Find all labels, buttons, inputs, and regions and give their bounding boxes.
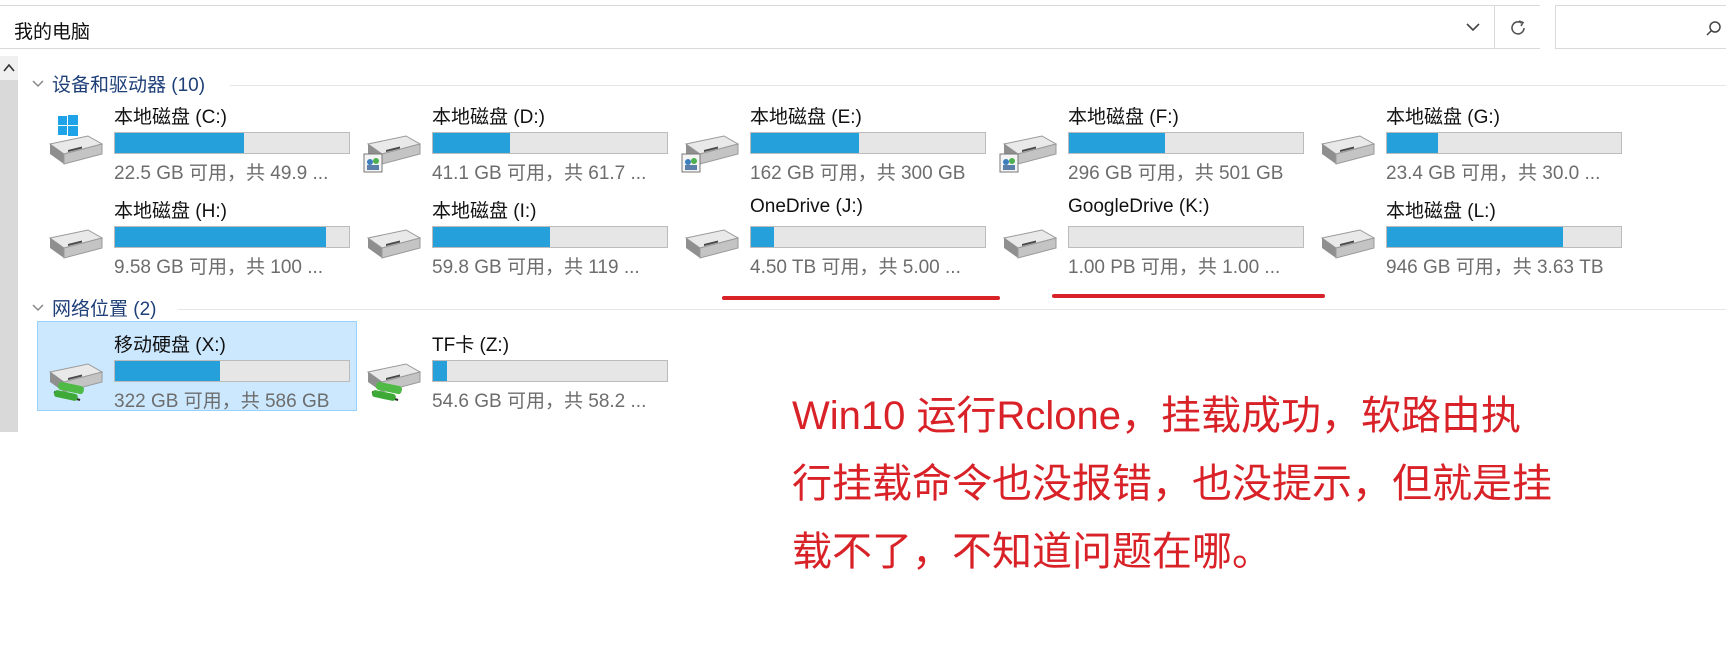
drive-name: TF卡 (Z:) bbox=[432, 335, 510, 356]
capacity-bar bbox=[1068, 132, 1304, 154]
scroll-up-button[interactable] bbox=[0, 56, 18, 80]
drive-tile[interactable]: OneDrive (J:) 4.50 TB 可用，共 5.00 ... bbox=[674, 188, 992, 278]
group-divider bbox=[230, 85, 1726, 86]
drive-size: 322 GB 可用，共 586 GB bbox=[114, 391, 330, 412]
refresh-icon bbox=[1511, 20, 1525, 35]
drive-name: OneDrive (J:) bbox=[750, 196, 863, 217]
drive-size: 59.8 GB 可用，共 119 ... bbox=[432, 257, 640, 278]
vertical-scrollbar[interactable] bbox=[0, 56, 18, 432]
drive-name: 本地磁盘 (C:) bbox=[114, 107, 227, 128]
drive-name: 本地磁盘 (G:) bbox=[1386, 107, 1500, 128]
capacity-bar bbox=[114, 226, 350, 248]
drive-size: 23.4 GB 可用，共 30.0 ... bbox=[1386, 163, 1601, 184]
capacity-bar bbox=[1386, 132, 1622, 154]
drive-name: 移动硬盘 (X:) bbox=[114, 335, 226, 356]
capacity-bar bbox=[432, 132, 668, 154]
search-box[interactable] bbox=[1555, 5, 1726, 49]
annotation-underline bbox=[1052, 294, 1325, 298]
drive-name: 本地磁盘 (F:) bbox=[1068, 107, 1179, 128]
shared-drive-icon bbox=[362, 114, 424, 176]
network-drive-icon bbox=[362, 342, 424, 404]
drive-name: 本地磁盘 (I:) bbox=[432, 201, 537, 222]
drive-icon bbox=[44, 208, 106, 270]
capacity-bar bbox=[1068, 226, 1304, 248]
capacity-fill bbox=[115, 361, 221, 381]
group-label: 网络位置 (2) bbox=[52, 299, 157, 320]
chevron-down-icon[interactable] bbox=[1462, 16, 1484, 38]
annotation-line: 行挂载命令也没报错，也没提示，但就是挂 bbox=[792, 462, 1552, 506]
refresh-button[interactable] bbox=[1495, 5, 1540, 49]
capacity-fill bbox=[751, 227, 775, 247]
annotation-underline bbox=[722, 296, 1000, 300]
drive-tile[interactable]: GoogleDrive (K:) 1.00 PB 可用，共 1.00 ... bbox=[992, 188, 1310, 278]
capacity-bar bbox=[114, 132, 350, 154]
drive-size: 162 GB 可用，共 300 GB bbox=[750, 163, 966, 184]
search-icon bbox=[1706, 21, 1721, 36]
annotation-line: Win10 运行Rclone，挂载成功，软路由执 bbox=[792, 394, 1522, 438]
capacity-bar bbox=[750, 132, 986, 154]
drive-icon bbox=[1316, 114, 1378, 176]
capacity-fill bbox=[1069, 133, 1165, 153]
drive-icon bbox=[1316, 208, 1378, 270]
group-label: 设备和驱动器 (10) bbox=[52, 75, 206, 96]
drive-name: GoogleDrive (K:) bbox=[1068, 196, 1210, 217]
capacity-bar bbox=[432, 226, 668, 248]
capacity-fill bbox=[1387, 133, 1439, 153]
drive-tile[interactable]: 本地磁盘 (E:) 162 GB 可用，共 300 GB bbox=[674, 94, 992, 184]
drive-tile[interactable]: 本地磁盘 (D:) 41.1 GB 可用，共 61.7 ... bbox=[356, 94, 674, 184]
drive-name: 本地磁盘 (D:) bbox=[432, 107, 545, 128]
shared-drive-icon bbox=[680, 114, 742, 176]
drive-size: 41.1 GB 可用，共 61.7 ... bbox=[432, 163, 647, 184]
group-divider bbox=[178, 309, 1726, 310]
drive-name: 本地磁盘 (E:) bbox=[750, 107, 862, 128]
drive-size: 22.5 GB 可用，共 49.9 ... bbox=[114, 163, 329, 184]
drive-size: 4.50 TB 可用，共 5.00 ... bbox=[750, 257, 961, 278]
capacity-fill bbox=[433, 361, 448, 381]
capacity-fill bbox=[433, 133, 511, 153]
capacity-bar bbox=[432, 360, 668, 382]
drive-size: 946 GB 可用，共 3.63 TB bbox=[1386, 257, 1604, 278]
drive-tile[interactable]: 本地磁盘 (I:) 59.8 GB 可用，共 119 ... bbox=[356, 188, 674, 278]
drive-tile[interactable]: 本地磁盘 (H:) 9.58 GB 可用，共 100 ... bbox=[38, 188, 356, 278]
capacity-fill bbox=[115, 133, 244, 153]
chevron-up-icon bbox=[3, 63, 15, 72]
drive-tile[interactable]: 本地磁盘 (C:) 22.5 GB 可用，共 49.9 ... bbox=[38, 94, 356, 184]
drive-tile[interactable]: 本地磁盘 (G:) 23.4 GB 可用，共 30.0 ... bbox=[1310, 94, 1628, 184]
drive-tile[interactable]: TF卡 (Z:) 54.6 GB 可用，共 58.2 ... bbox=[356, 322, 674, 412]
capacity-fill bbox=[751, 133, 859, 153]
address-bar[interactable]: 我的电脑 bbox=[0, 5, 1495, 49]
drive-size: 1.00 PB 可用，共 1.00 ... bbox=[1068, 257, 1281, 278]
drive-size: 296 GB 可用，共 501 GB bbox=[1068, 163, 1284, 184]
drive-tile[interactable]: 移动硬盘 (X:) 322 GB 可用，共 586 GB bbox=[37, 321, 357, 412]
capacity-bar bbox=[1386, 226, 1622, 248]
capacity-bar bbox=[750, 226, 986, 248]
drive-name: 本地磁盘 (L:) bbox=[1386, 201, 1496, 222]
network-drive-icon bbox=[44, 342, 106, 404]
address-path: 我的电脑 bbox=[14, 22, 91, 43]
chevron-down-icon bbox=[32, 80, 44, 88]
drive-name: 本地磁盘 (H:) bbox=[114, 201, 227, 222]
capacity-bar bbox=[114, 360, 350, 382]
capacity-fill bbox=[115, 227, 326, 247]
drive-icon bbox=[680, 208, 742, 270]
shared-drive-icon bbox=[998, 114, 1060, 176]
drive-size: 9.58 GB 可用，共 100 ... bbox=[114, 257, 324, 278]
capacity-fill bbox=[433, 227, 550, 247]
drive-tile[interactable]: 本地磁盘 (F:) 296 GB 可用，共 501 GB bbox=[992, 94, 1310, 184]
annotation-line: 载不了，不知道问题在哪。 bbox=[792, 530, 1272, 574]
drive-icon bbox=[998, 208, 1060, 270]
drive-size: 54.6 GB 可用，共 58.2 ... bbox=[432, 391, 647, 412]
drive-icon bbox=[362, 208, 424, 270]
chevron-down-icon bbox=[32, 304, 44, 312]
drive-tile[interactable]: 本地磁盘 (L:) 946 GB 可用，共 3.63 TB bbox=[1310, 188, 1628, 278]
windows-drive-icon bbox=[44, 114, 106, 176]
capacity-fill bbox=[1387, 227, 1563, 247]
annotation-note: Win10 运行Rclone，挂载成功，软路由执 行挂载命令也没报错，也没提示，… bbox=[792, 382, 1582, 586]
